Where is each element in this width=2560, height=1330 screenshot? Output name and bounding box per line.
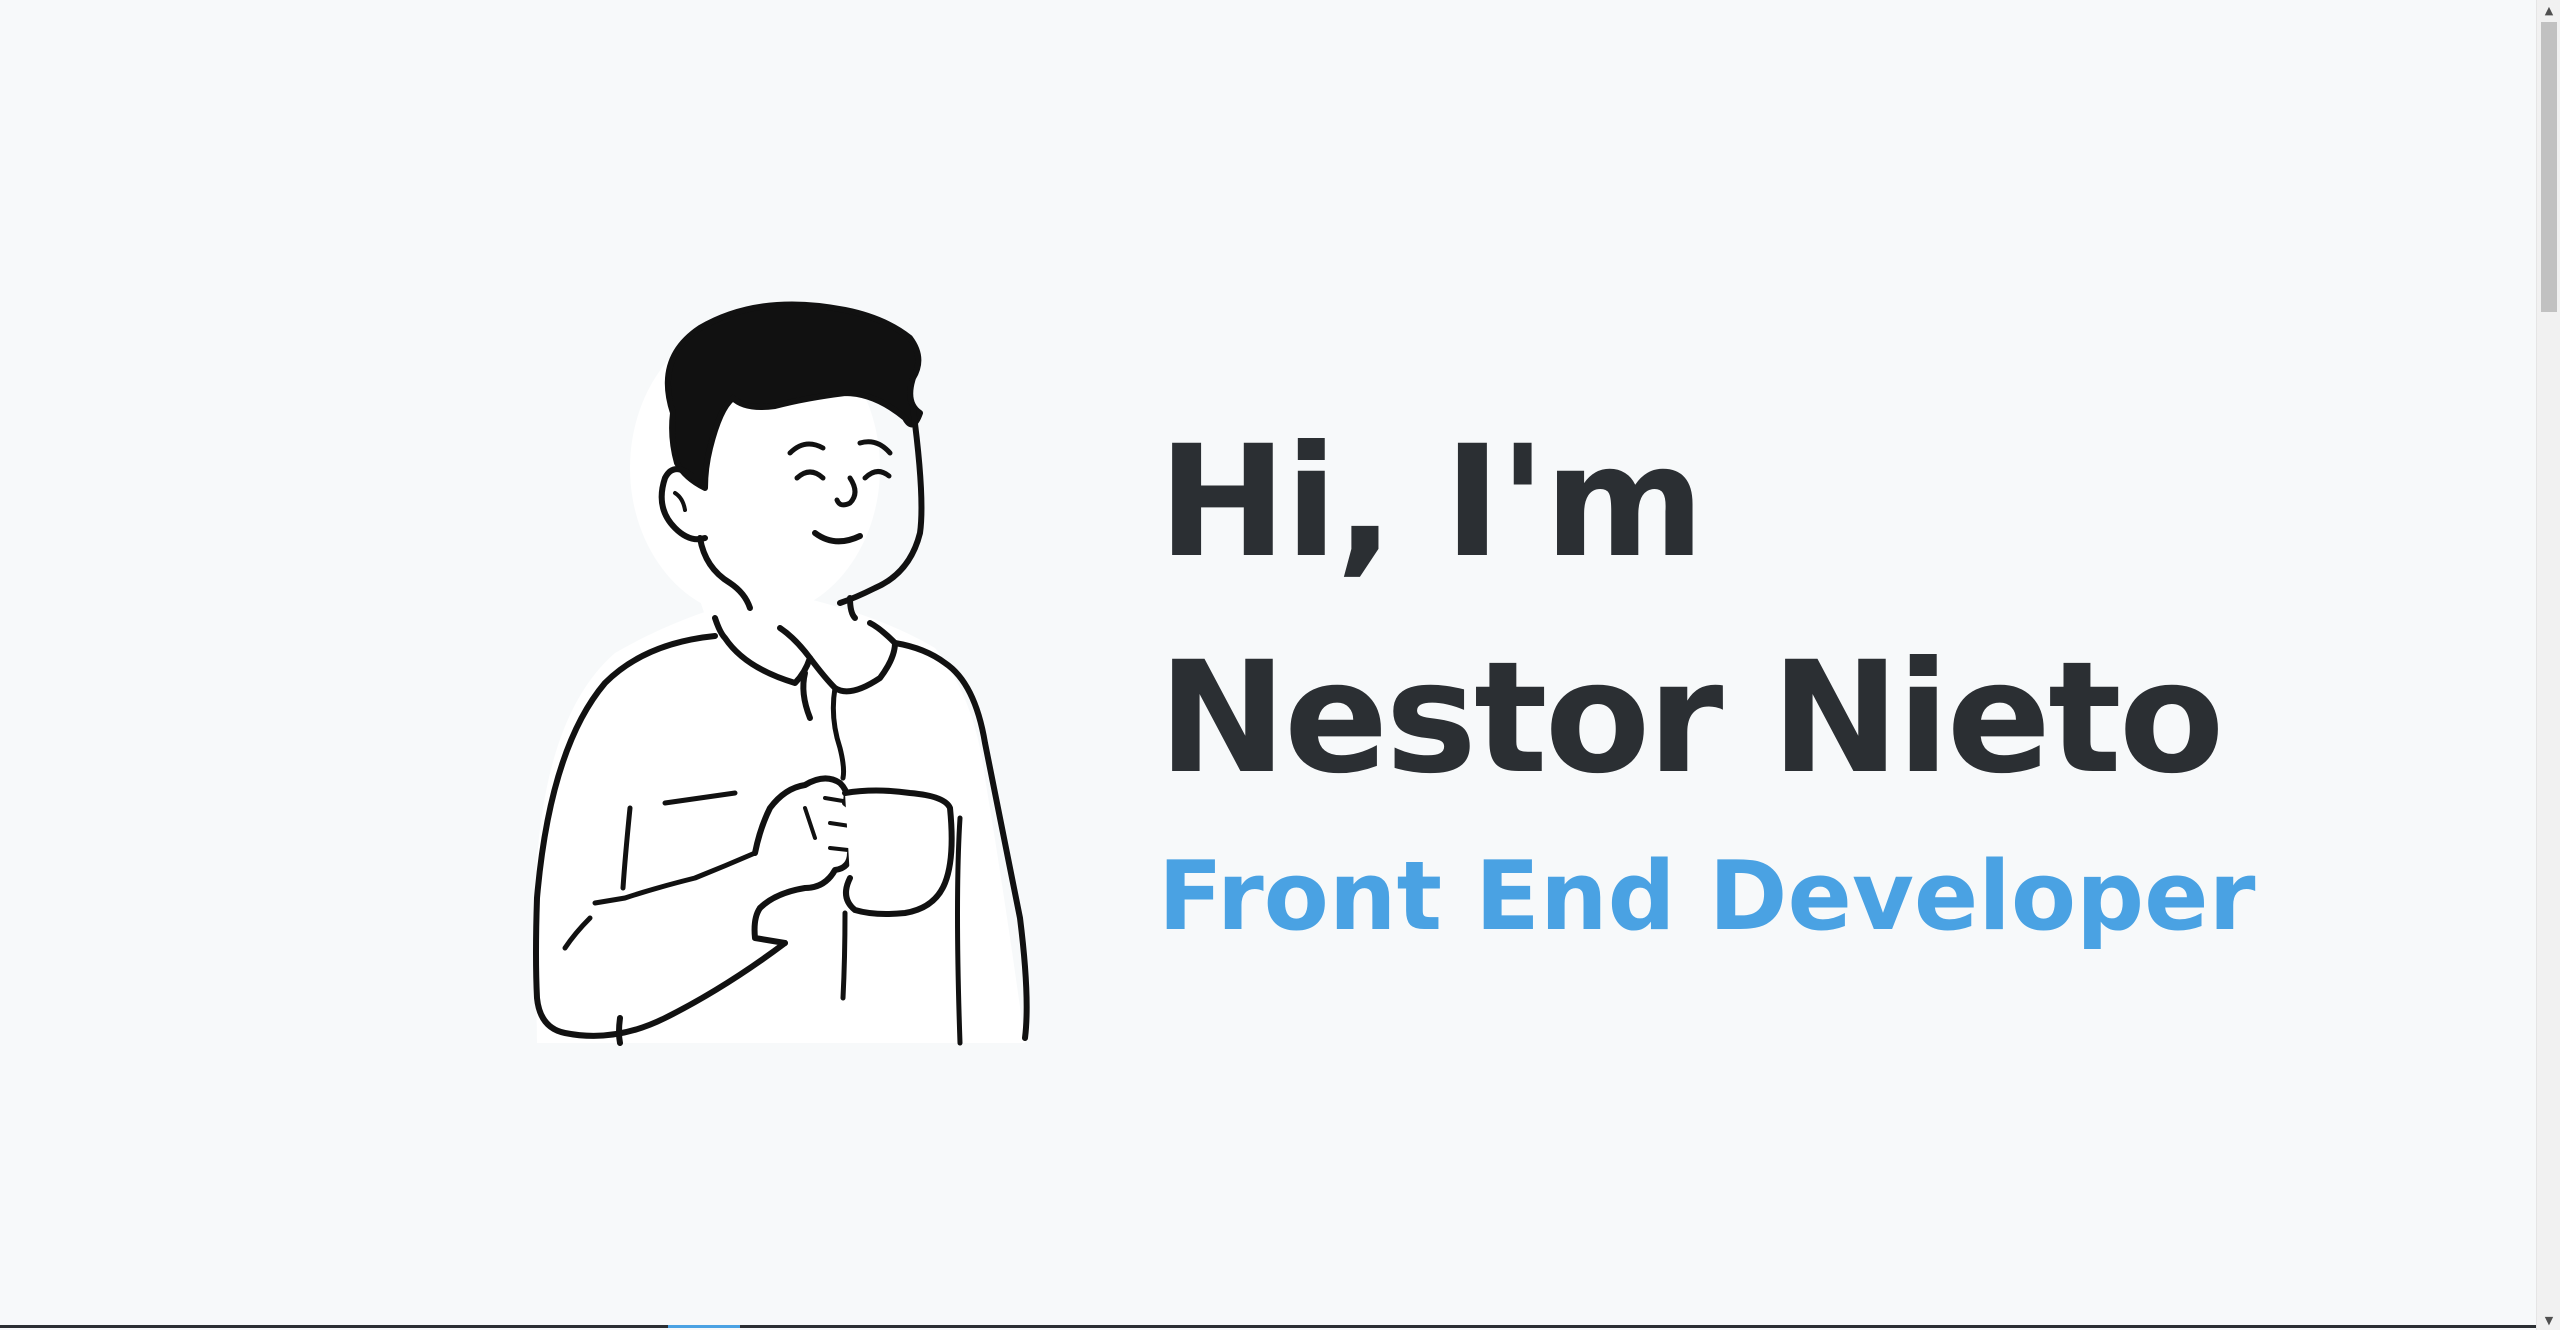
scrollbar-thumb[interactable] (2541, 22, 2557, 312)
bottom-edge-bar (0, 1325, 2536, 1328)
role-subtitle: Front End Developer (1158, 842, 2256, 952)
greeting-heading: Hi, I'm (1158, 413, 1705, 592)
scroll-up-arrow-icon[interactable]: ▲ (2537, 0, 2560, 20)
name-heading: Nestor Nieto (1158, 629, 2225, 808)
hero-section: Hi, I'm Nestor Nieto Front End Developer (0, 0, 2536, 1328)
viewport: Hi, I'm Nestor Nieto Front End Developer (0, 0, 2536, 1328)
hero-text: Hi, I'm Nestor Nieto Front End Developer (1158, 395, 2258, 967)
scroll-down-arrow-icon[interactable]: ▼ (2537, 1310, 2560, 1330)
person-with-mug-illustration (505, 298, 1060, 1048)
bottom-edge-accent (668, 1325, 740, 1328)
page: Hi, I'm Nestor Nieto Front End Developer… (0, 0, 2560, 1330)
vertical-scrollbar[interactable]: ▲ ▼ (2536, 0, 2560, 1330)
person-with-mug-icon (533, 301, 1030, 1046)
